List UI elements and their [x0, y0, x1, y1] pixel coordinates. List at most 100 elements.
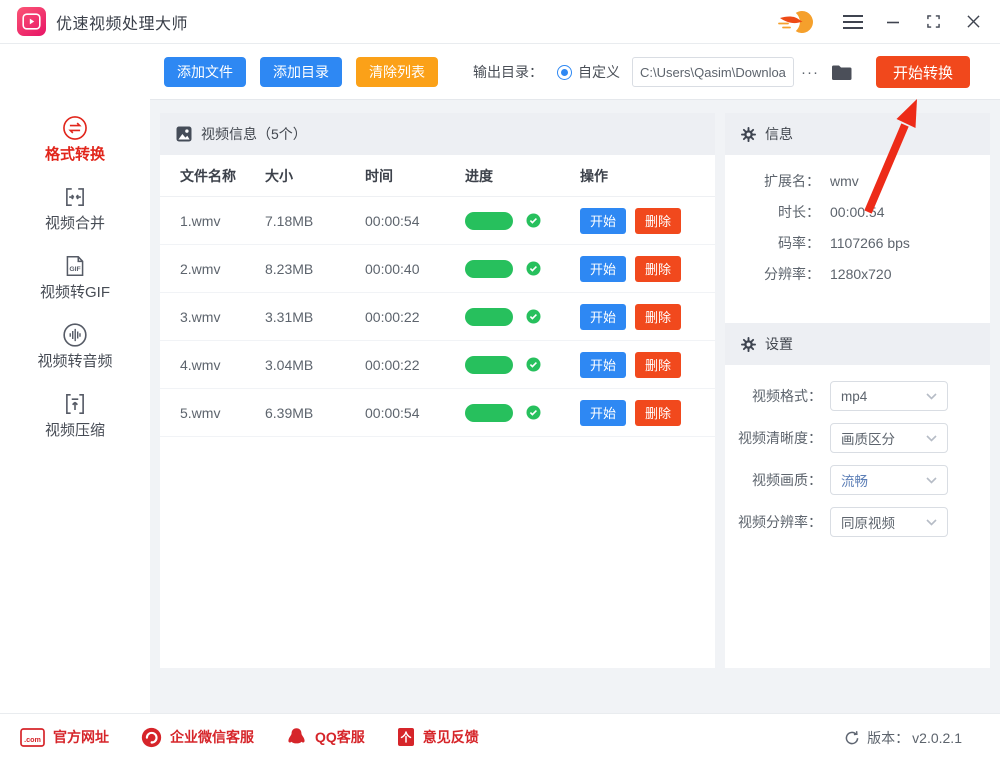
add-directory-button[interactable]: 添加目录 [260, 57, 342, 87]
info-value: 1107266 bps [830, 235, 910, 251]
browse-more-button[interactable]: ··· [801, 64, 819, 81]
video-to-gif-icon: GIF [62, 253, 88, 279]
col-size: 大小 [265, 166, 365, 186]
table-row[interactable]: 1.wmv 7.18MB 00:00:54 开始 删除 [160, 197, 715, 245]
qq-icon [286, 727, 307, 748]
app-title: 优速视频处理大师 [56, 10, 188, 34]
add-file-button[interactable]: 添加文件 [164, 57, 246, 87]
output-path-input[interactable] [632, 57, 794, 87]
output-dir-label: 输出目录： [473, 62, 543, 82]
start-button[interactable]: 开始 [580, 208, 626, 234]
file-time: 00:00:40 [365, 261, 465, 277]
check-circle-icon [526, 357, 541, 372]
table-row[interactable]: 2.wmv 8.23MB 00:00:40 开始 删除 [160, 245, 715, 293]
wechat-work-support-link[interactable]: 企业微信客服 [141, 727, 254, 748]
sidebar-item-label: 视频合并 [45, 214, 105, 234]
start-button[interactable]: 开始 [580, 400, 626, 426]
footer-link-label: 意见反馈 [423, 727, 479, 747]
settings-panel-header: 设置 [725, 323, 990, 365]
info-value: 1280x720 [830, 266, 892, 282]
boost-rocket-icon[interactable] [776, 9, 816, 35]
minimize-icon[interactable] [876, 5, 910, 39]
file-size: 3.31MB [265, 309, 365, 325]
svg-text:GIF: GIF [69, 266, 80, 273]
start-convert-button[interactable]: 开始转换 [876, 56, 970, 88]
delete-button[interactable]: 删除 [635, 208, 681, 234]
file-name: 1.wmv [160, 213, 265, 229]
custom-radio[interactable] [557, 65, 572, 80]
start-button[interactable]: 开始 [580, 256, 626, 282]
video-merge-icon [62, 184, 88, 210]
progress-bar [465, 308, 513, 326]
setting-label: 视频分辨率： [725, 512, 822, 532]
gear-icon [741, 337, 756, 352]
file-name: 3.wmv [160, 309, 265, 325]
delete-button[interactable]: 删除 [635, 400, 681, 426]
file-time: 00:00:54 [365, 213, 465, 229]
sidebar-item-video-merge[interactable]: 视频合并 [0, 184, 150, 234]
progress-bar [465, 212, 513, 230]
delete-button[interactable]: 删除 [635, 256, 681, 282]
info-label: 扩展名： [725, 171, 820, 191]
feedback-link[interactable]: 意见反馈 [397, 727, 479, 747]
setting-label: 视频画质： [725, 470, 822, 490]
svg-text:.com: .com [24, 734, 41, 743]
info-label: 分辨率： [725, 264, 820, 284]
sidebar-item-label: 视频转GIF [40, 283, 110, 303]
video-resolution-select[interactable]: 同原视频 [830, 507, 948, 537]
app-logo-icon [17, 7, 46, 36]
custom-radio-label: 自定义 [578, 62, 620, 82]
file-name: 2.wmv [160, 261, 265, 277]
clear-list-button[interactable]: 清除列表 [356, 57, 438, 87]
delete-button[interactable]: 删除 [635, 352, 681, 378]
gear-icon [741, 127, 756, 142]
settings-panel-title: 设置 [765, 334, 793, 354]
file-size: 8.23MB [265, 261, 365, 277]
video-format-select[interactable]: mp4 [830, 381, 948, 411]
setting-label: 视频清晰度： [725, 428, 822, 448]
file-time: 00:00:22 [365, 309, 465, 325]
file-size: 3.04MB [265, 357, 365, 373]
sidebar-item-label: 视频压缩 [45, 421, 105, 441]
progress-bar [465, 404, 513, 422]
table-row[interactable]: 3.wmv 3.31MB 00:00:22 开始 删除 [160, 293, 715, 341]
format-convert-icon [62, 115, 88, 141]
table-row[interactable]: 4.wmv 3.04MB 00:00:22 开始 删除 [160, 341, 715, 389]
open-folder-icon[interactable] [831, 64, 852, 81]
version-info: 版本：v2.0.2.1 [844, 714, 962, 760]
chevron-down-icon [926, 477, 937, 484]
sidebar-item-label: 视频转音频 [37, 352, 112, 372]
video-quality-select[interactable]: 流畅 [830, 465, 948, 495]
file-size: 6.39MB [265, 405, 365, 421]
close-icon[interactable] [956, 5, 990, 39]
video-compress-icon [62, 391, 88, 417]
sidebar-item-format-convert[interactable]: 格式转换 [0, 115, 150, 165]
refresh-icon[interactable] [844, 730, 860, 746]
info-value: wmv [830, 173, 859, 189]
start-button[interactable]: 开始 [580, 352, 626, 378]
website-icon: .com [20, 728, 45, 747]
info-panel-title: 信息 [765, 124, 793, 144]
chevron-down-icon [926, 393, 937, 400]
qq-support-link[interactable]: QQ客服 [286, 727, 365, 748]
check-circle-icon [526, 213, 541, 228]
sidebar-item-video-to-audio[interactable]: 视频转音频 [0, 322, 150, 372]
chevron-down-icon [926, 435, 937, 442]
col-filename: 文件名称 [160, 166, 265, 186]
file-size: 7.18MB [265, 213, 365, 229]
official-website-link[interactable]: .com 官方网址 [20, 727, 109, 747]
delete-button[interactable]: 删除 [635, 304, 681, 330]
sidebar-item-video-to-gif[interactable]: GIF 视频转GIF [0, 253, 150, 303]
picture-icon [176, 126, 192, 142]
footer-link-label: QQ客服 [315, 727, 365, 747]
table-row[interactable]: 5.wmv 6.39MB 00:00:54 开始 删除 [160, 389, 715, 437]
maximize-icon[interactable] [916, 5, 950, 39]
sidebar-item-video-compress[interactable]: 视频压缩 [0, 391, 150, 441]
col-progress: 进度 [465, 166, 580, 186]
setting-label: 视频格式： [725, 386, 822, 406]
menu-icon[interactable] [836, 5, 870, 39]
video-clarity-select[interactable]: 画质区分 [830, 423, 948, 453]
check-circle-icon [526, 261, 541, 276]
start-button[interactable]: 开始 [580, 304, 626, 330]
titlebar: 优速视频处理大师 [0, 0, 1000, 44]
